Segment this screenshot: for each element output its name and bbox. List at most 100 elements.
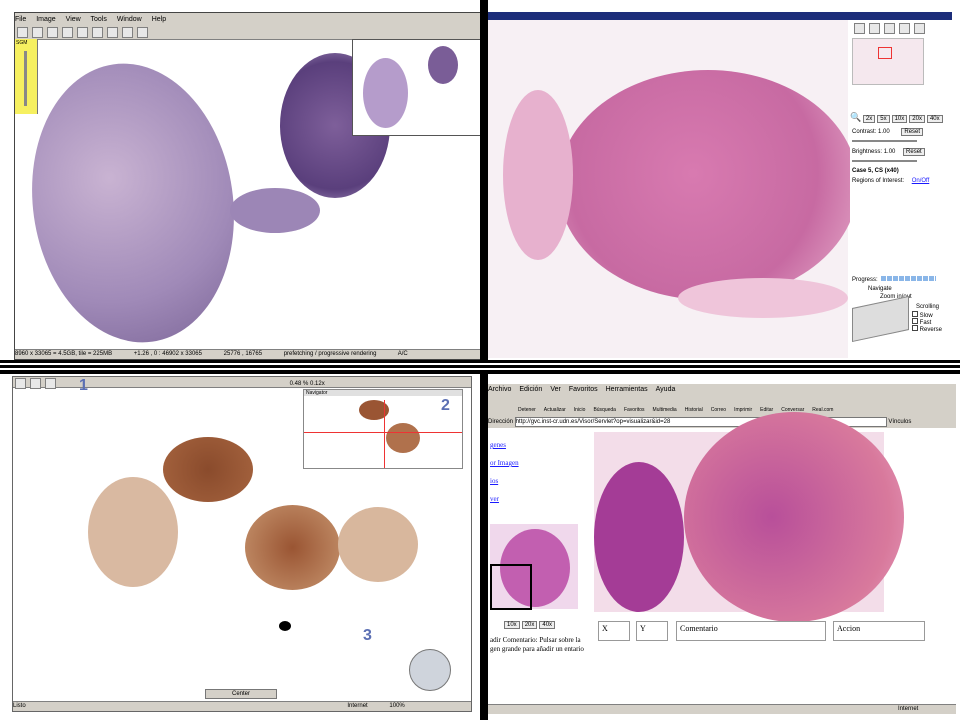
zoom-icon[interactable] [869,23,880,34]
btn-actualizar[interactable]: Actualizar [544,407,566,413]
btn-imprimir[interactable]: Imprimir [734,407,752,413]
btn-editar[interactable]: Editar [760,407,773,413]
side-scale-label: SGM [16,40,28,46]
overview-thumbnail[interactable] [852,38,924,85]
zoom-5x-button[interactable]: 5x [877,115,890,123]
contrast-value: 1.00 [878,129,890,135]
zoom-in-icon[interactable] [47,27,58,38]
tool-icon[interactable] [15,378,26,389]
line-icon[interactable] [137,27,148,38]
save-icon[interactable] [32,27,43,38]
status-zoom: 100% [389,703,405,709]
progress-label: Progress: [852,277,878,283]
magnify-icon[interactable] [884,23,895,34]
tool-icon[interactable] [30,378,41,389]
contrast-reset-button[interactable]: Reset [901,128,924,136]
nav-tissue-2 [386,423,420,453]
status-rendering: prefetching / progressive rendering [283,351,377,357]
brightness-label: Brightness: [852,149,883,155]
zoom-10x-button[interactable]: 10x [504,621,520,629]
navigator-thumbnail[interactable] [352,39,481,136]
status-bar: 8960 x 33065 = 4.5GB, tile = 225MB +1.26… [15,349,481,359]
zoom-slider[interactable] [24,51,27,106]
menu-ver[interactable]: Ver [550,386,561,393]
btn-correo[interactable]: Correo [711,407,726,413]
thumb-tissue-1 [363,58,408,128]
thumbnail-image[interactable] [490,524,578,610]
open-icon[interactable] [17,27,28,38]
brightness-slider[interactable] [852,160,917,162]
browser-toolbar: Detener Actualizar Inicio Búsqueda Favoritos… [488,395,956,418]
menu-archivo[interactable]: Archivo [488,386,511,393]
menu-help[interactable]: Help [152,16,166,23]
main-image[interactable] [594,412,904,622]
header-accion: Accion [833,621,925,641]
rectangle-icon[interactable] [107,27,118,38]
btn-detener[interactable]: Detener [518,407,536,413]
roi-toggle-link[interactable]: On/Off [912,178,930,184]
menu-bar: File Image View Tools Window Help [15,13,481,26]
menu-window[interactable]: Window [117,16,142,23]
case-label: Case 5, CS (x40) [852,168,899,174]
btn-multimedia[interactable]: Multimedia [653,407,677,413]
contrast-slider[interactable] [852,140,917,142]
pan-icon[interactable] [854,23,865,34]
btn-realcom[interactable]: Real.com [812,407,833,413]
status-ready: Listo [13,703,26,709]
keyboard-icon [852,295,909,343]
roi-row: Regions of Interest: On/Off [852,178,929,184]
zoom-out-icon[interactable] [62,27,73,38]
zoom-buttons: 🔍 2x 5x 10x 20x 40x [850,112,945,123]
marker-3: 3 [363,627,372,644]
toolbar [15,26,481,40]
link-ios[interactable]: ios [490,472,519,490]
navigate-label: Navigate [868,286,892,292]
zoom-10x-button[interactable]: 10x [891,115,908,123]
browser-window-bottom-right: Archivo Edición Ver Favoritos Herramientas Ay… [488,384,956,714]
status-dimensions: 8960 x 33065 = 4.5GB, tile = 225MB [15,351,113,357]
menu-file[interactable]: File [15,16,26,23]
menu-view[interactable]: View [66,16,81,23]
tool-icon[interactable] [45,378,56,389]
progress-bar [881,276,937,281]
menu-favoritos[interactable]: Favoritos [569,386,598,393]
link-genes[interactable]: genes [490,436,519,454]
navigation-pad[interactable] [409,649,451,691]
btn-favoritos[interactable]: Favoritos [624,407,645,413]
scroll-reverse-label: Reverse [919,327,943,333]
brightness-value: 1.00 [883,149,896,155]
scroll-option-reverse[interactable]: Reverse [912,325,942,333]
slide-image[interactable] [488,20,858,358]
center-button[interactable]: Center [205,689,277,699]
header-x: X [598,621,630,641]
btn-busqueda[interactable]: Búsqueda [593,407,616,413]
tissue-left-cluster [88,477,178,587]
links-label[interactable]: Vínculos [888,419,911,425]
hand-icon[interactable] [77,27,88,38]
zoom-20x-button[interactable]: 20x [521,621,538,629]
status-position: +1.26 , 0 : 46902 x 33065 [133,351,202,357]
fullscreen-icon[interactable] [914,23,925,34]
btn-historial[interactable]: Historial [685,407,703,413]
fit-icon[interactable] [899,23,910,34]
menu-ayuda[interactable]: Ayuda [656,386,676,393]
ellipse-icon[interactable] [122,27,133,38]
menu-herramientas[interactable]: Herramientas [606,386,648,393]
link-ver[interactable]: ver [490,490,519,508]
brightness-reset-button[interactable]: Reset [903,148,925,156]
zoom-readout: 0.48 % 0.12x [289,381,325,388]
navigator-panel[interactable]: Navigator [303,389,463,469]
zoom-40x-button[interactable]: 40x [539,621,556,629]
btn-inicio[interactable]: Inicio [574,407,586,413]
zoom-20x-button[interactable]: 20x [909,115,925,123]
tissue-bottom [678,278,848,318]
select-icon[interactable] [92,27,103,38]
zoom-40x-button[interactable]: 40x [926,115,943,123]
menu-edicion[interactable]: Edición [519,386,542,393]
link-imagen[interactable]: or Imagen [490,454,519,472]
navigator-title: Navigator [304,390,462,396]
menu-image[interactable]: Image [36,16,55,23]
tissue-large [245,505,340,590]
zoom-2x-button[interactable]: 2x [862,115,876,123]
menu-tools[interactable]: Tools [91,16,107,23]
